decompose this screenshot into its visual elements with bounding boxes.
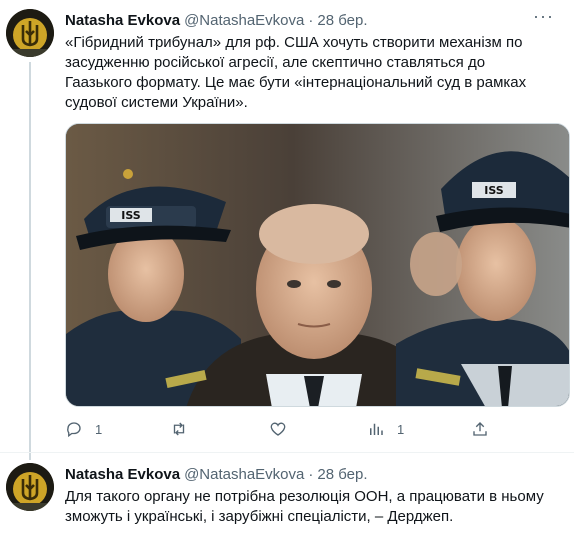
trident-avatar-icon (6, 463, 54, 511)
tweet[interactable]: Natasha Evkova @NatashaEvkova · 28 бер. … (0, 0, 574, 460)
views-button[interactable]: 1 (367, 420, 404, 438)
reply-button[interactable]: 1 (65, 420, 102, 438)
cap-badge-right: ISS (484, 184, 504, 197)
avatar[interactable] (6, 9, 54, 57)
views-count: 1 (397, 421, 405, 437)
officers-photo: ISS ISS (66, 124, 569, 406)
tweet-image[interactable]: ISS ISS (65, 123, 570, 407)
avatar[interactable] (6, 463, 54, 511)
trident-avatar-icon (6, 9, 54, 57)
reply-count: 1 (95, 421, 103, 437)
bar-chart-icon (370, 423, 383, 435)
separator-dot: · (308, 11, 314, 29)
thread-line (29, 62, 31, 460)
share-button[interactable] (471, 420, 489, 438)
tweet-text: Для такого органу не потрібна резолюція … (65, 488, 544, 525)
tweet-header: Natasha Evkova @NatashaEvkova · 28 бер. (65, 464, 554, 484)
tweet-header: Natasha Evkova @NatashaEvkova · 28 бер. … (65, 6, 554, 30)
retweet-button[interactable] (170, 420, 200, 438)
like-button[interactable] (269, 420, 299, 438)
share-icon (473, 422, 487, 436)
cap-badge-left: ISS (121, 209, 141, 222)
timestamp[interactable]: 28 бер. (317, 466, 367, 483)
tweet[interactable]: Natasha Evkova @NatashaEvkova · 28 бер. … (0, 452, 574, 537)
reply-icon (67, 422, 81, 438)
more-dots-icon[interactable]: ··· (533, 6, 554, 27)
tweet-text: «Гібридний трибунал» для рф. США хочуть … (65, 34, 527, 111)
author-handle[interactable]: @NatashaEvkova (184, 466, 304, 483)
tweet-actions: 1 1 (65, 420, 495, 442)
heart-icon (270, 422, 286, 436)
author-name[interactable]: Natasha Evkova (65, 466, 180, 483)
author-name[interactable]: Natasha Evkova (65, 12, 180, 29)
retweet-icon (173, 422, 185, 436)
author-handle[interactable]: @NatashaEvkova (184, 12, 304, 29)
timestamp[interactable]: 28 бер. (317, 12, 367, 29)
separator-dot: · (308, 465, 314, 483)
